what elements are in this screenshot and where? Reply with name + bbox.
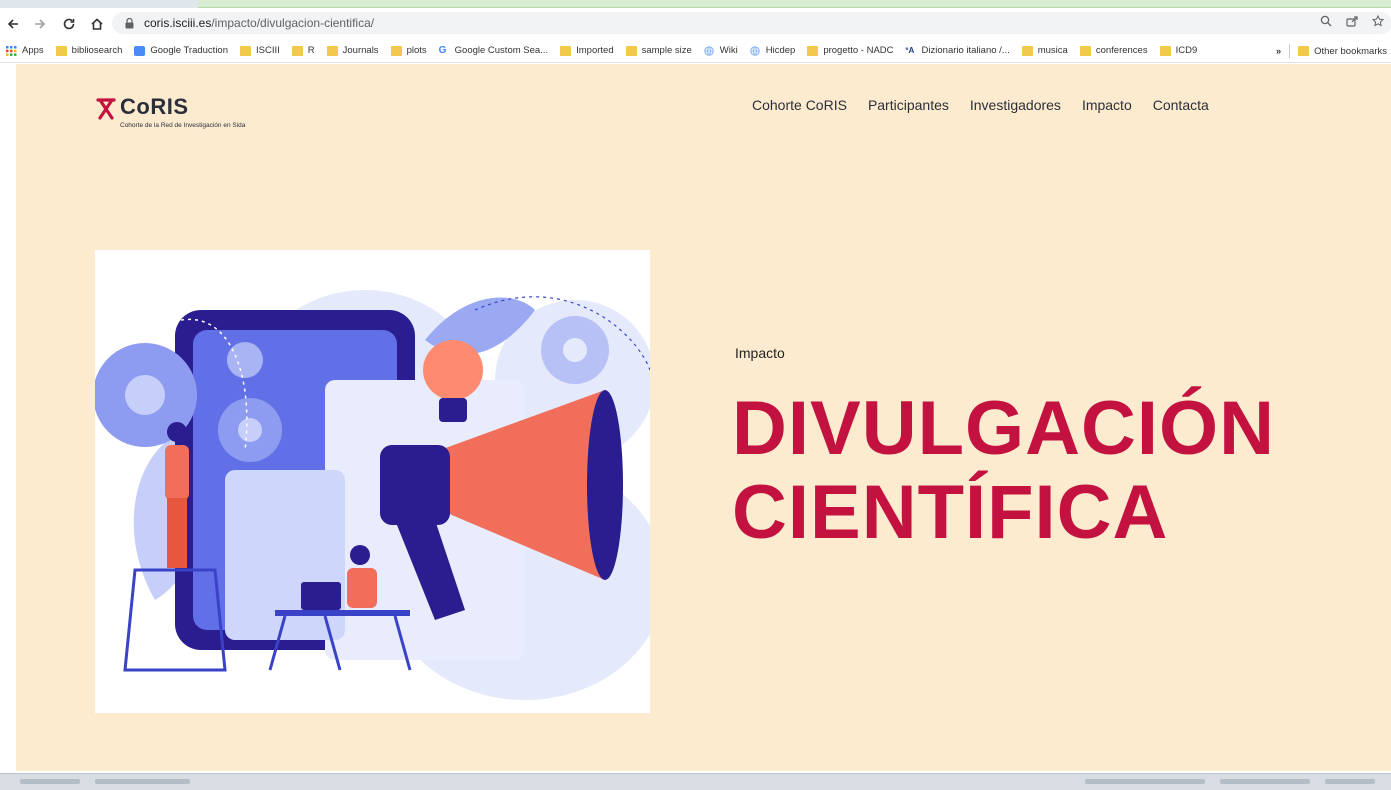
taskbar-item <box>20 779 80 784</box>
bookmark-label: plots <box>406 45 427 56</box>
bookmark-hicdep[interactable]: Hicdep <box>749 45 796 56</box>
bookmark-r[interactable]: R <box>291 45 315 56</box>
globe-icon <box>749 45 761 56</box>
bookmark-label: Google Custom Sea... <box>454 45 549 56</box>
bookmark-label: Other bookmarks <box>1314 45 1387 57</box>
bookmark-journals[interactable]: Journals <box>326 45 379 56</box>
bookmark-plots[interactable]: plots <box>390 45 427 56</box>
taskbar <box>0 773 1391 790</box>
folder-icon <box>1079 45 1091 56</box>
home-icon[interactable] <box>86 13 108 35</box>
nav-investigadores[interactable]: Investigadores <box>970 97 1061 113</box>
bookmark-conferences[interactable]: conferences <box>1079 45 1148 56</box>
bookmark-sample-size[interactable]: sample size <box>625 45 692 56</box>
bookmark-google-traduction[interactable]: Google Traduction <box>134 45 228 56</box>
forward-icon[interactable] <box>29 13 51 35</box>
dictionary-icon: ºA <box>905 45 915 55</box>
navigation-row: coris.isciii.es/impacto/divulgacion-cien… <box>0 8 1391 39</box>
bookmark-label: Hicdep <box>765 45 796 56</box>
bookmark-apps[interactable]: Apps <box>6 45 44 56</box>
bookmark-label: ICD9 <box>1175 45 1198 56</box>
bookmark-label: Wiki <box>719 45 738 56</box>
taskbar-item <box>1325 779 1375 784</box>
bookmark-label: conferences <box>1095 45 1148 56</box>
nav-impacto[interactable]: Impacto <box>1082 97 1132 113</box>
page-title-line1: DIVULGACIÓN <box>732 386 1275 471</box>
hero-eyebrow: Impacto <box>735 345 785 361</box>
bookmark-icd9[interactable]: ICD9 <box>1159 45 1198 56</box>
folder-icon <box>807 45 819 56</box>
bookmark-label: sample size <box>641 45 692 56</box>
bookmark-label: R <box>307 45 315 56</box>
address-bar[interactable]: coris.isciii.es/impacto/divulgacion-cien… <box>112 12 1391 34</box>
bookmark-label: Dizionario italiano /... <box>921 45 1010 56</box>
back-icon[interactable] <box>2 13 24 35</box>
bookmark-label: bibliosearch <box>71 45 123 56</box>
lock-icon <box>122 16 136 30</box>
coris-ribbon-logo-icon <box>96 98 116 120</box>
bookmarks-bar: Apps bibliosearch Google Traduction ISCI… <box>0 39 1391 63</box>
url-path: /impacto/divulgacion-cientifica/ <box>211 16 375 30</box>
bookmark-isciii[interactable]: ISCIII <box>240 45 280 56</box>
tab-strip <box>0 0 1391 8</box>
bookmark-label: Apps <box>22 45 44 56</box>
folder-icon <box>240 45 251 56</box>
folder-icon <box>55 45 67 56</box>
bookmark-label: progetto - NADC <box>823 45 894 56</box>
folder-icon <box>625 45 637 56</box>
logo-subtitle: Cohorte de la Red de Investigación en Si… <box>120 122 246 129</box>
bookmarks-overflow-button[interactable]: » <box>1276 46 1281 57</box>
folder-icon <box>390 45 402 56</box>
page-title-line2: CIENTÍFICA <box>732 470 1169 555</box>
main-nav: Cohorte CoRIS Participantes Investigador… <box>752 97 1230 113</box>
apps-grid-icon <box>6 45 17 56</box>
translate-icon <box>134 45 146 56</box>
megaphone-illustration-icon <box>95 290 650 700</box>
browser-window: coris.isciii.es/impacto/divulgacion-cien… <box>0 0 1391 773</box>
nav-participantes[interactable]: Participantes <box>868 97 949 113</box>
bookmark-label: Journals <box>342 45 379 56</box>
folder-icon <box>1159 45 1171 56</box>
bookmark-google-custom-search[interactable]: G Google Custom Sea... <box>439 45 548 56</box>
bookmark-star-icon[interactable] <box>1371 14 1385 30</box>
bookmark-musica[interactable]: musica <box>1021 45 1068 56</box>
web-page: CoRIS Cohorte de la Red de Investigación… <box>16 64 1391 771</box>
bookmark-dizionario[interactable]: ºA Dizionario italiano /... <box>906 45 1010 56</box>
nav-contacta[interactable]: Contacta <box>1153 97 1209 113</box>
reload-icon[interactable] <box>58 13 80 35</box>
bookmark-label: Google Traduction <box>150 45 228 56</box>
bookmark-label: ISCIII <box>256 45 280 56</box>
google-icon: G <box>438 44 447 56</box>
bookmark-label: Imported <box>576 45 614 56</box>
bookmarks-overflow-area: » Other bookmarks <box>1269 39 1391 62</box>
bookmark-other[interactable]: Other bookmarks <box>1298 46 1387 57</box>
bookmark-wiki[interactable]: Wiki <box>703 45 738 56</box>
hero-illustration <box>95 250 650 713</box>
page-title: DIVULGACIÓN CIENTÍFICA <box>732 387 1372 555</box>
nav-cohorte-coris[interactable]: Cohorte CoRIS <box>752 97 847 113</box>
folder-icon <box>1298 46 1310 56</box>
taskbar-item <box>95 779 190 784</box>
logo-wordmark: CoRIS <box>120 94 189 119</box>
bookmark-label: musica <box>1037 45 1068 56</box>
folder-icon <box>1021 45 1033 56</box>
taskbar-item <box>1085 779 1205 784</box>
folder-icon <box>291 45 303 56</box>
bookmark-progetto-nadc[interactable]: progetto - NADC <box>807 45 894 56</box>
bookmark-bibliosearch[interactable]: bibliosearch <box>55 45 123 56</box>
bookmark-imported[interactable]: Imported <box>560 45 614 56</box>
share-icon[interactable] <box>1346 15 1358 30</box>
active-tab[interactable] <box>198 0 1391 8</box>
globe-icon <box>703 45 715 56</box>
url-host: coris.isciii.es <box>144 16 212 30</box>
divider <box>1289 44 1291 58</box>
taskbar-item <box>1220 779 1310 784</box>
zoom-icon[interactable] <box>1320 15 1332 30</box>
folder-icon <box>560 45 572 56</box>
folder-icon <box>326 45 338 56</box>
